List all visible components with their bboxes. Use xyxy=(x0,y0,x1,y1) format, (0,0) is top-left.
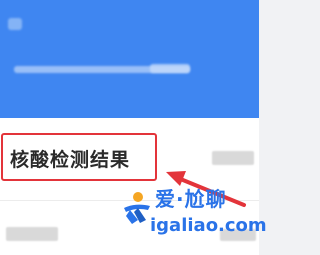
highlight-annotation xyxy=(1,133,157,181)
blurred-item-value xyxy=(212,151,254,165)
blurred-subtitle-end xyxy=(150,64,190,73)
blurred-icon xyxy=(8,18,22,30)
blurred-list-item[interactable] xyxy=(6,227,58,241)
watermark-url: igaliao.com xyxy=(150,215,267,236)
app-header xyxy=(0,0,259,118)
watermark-brand: 爱·尬聊 xyxy=(155,187,227,211)
watermark-logo-icon xyxy=(124,192,150,224)
